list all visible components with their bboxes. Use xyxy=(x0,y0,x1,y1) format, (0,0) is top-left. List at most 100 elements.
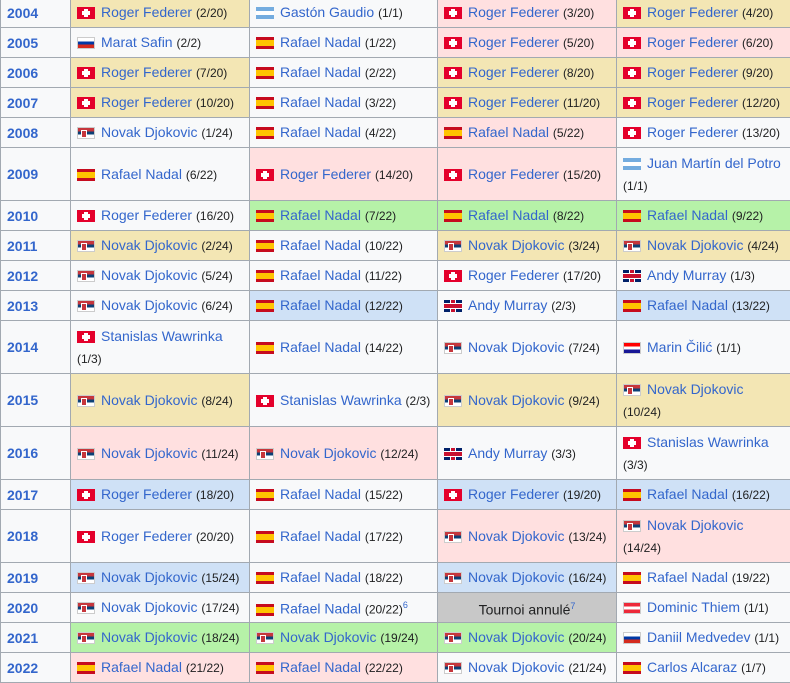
year-link[interactable]: 2014 xyxy=(7,339,38,355)
player-link[interactable]: Roger Federer xyxy=(647,4,738,20)
player-link[interactable]: Rafael Nadal xyxy=(280,124,361,140)
player-link[interactable]: Novak Djokovic xyxy=(468,569,564,585)
player-link[interactable]: Rafael Nadal xyxy=(280,207,361,223)
spain-flag-icon xyxy=(256,662,274,674)
player-link[interactable]: Rafael Nadal xyxy=(280,34,361,50)
player-link[interactable]: Rafael Nadal xyxy=(101,659,182,675)
player-link[interactable]: Novak Djokovic xyxy=(101,569,197,585)
year-link[interactable]: 2013 xyxy=(7,298,38,314)
player-link[interactable]: Daniil Medvedev xyxy=(647,629,751,645)
year-link[interactable]: 2022 xyxy=(7,660,38,676)
player-link[interactable]: Novak Djokovic xyxy=(101,445,197,461)
player-link[interactable]: Rafael Nadal xyxy=(468,207,549,223)
player-link[interactable]: Novak Djokovic xyxy=(101,392,197,408)
player-link[interactable]: Stanislas Wawrinka xyxy=(101,328,223,344)
player-link[interactable]: Rafael Nadal xyxy=(647,486,728,502)
player-link[interactable]: Roger Federer xyxy=(468,94,559,110)
year-link[interactable]: 2005 xyxy=(7,35,38,51)
player-link[interactable]: Rafael Nadal xyxy=(280,569,361,585)
player-link[interactable]: Stanislas Wawrinka xyxy=(280,392,402,408)
player-link[interactable]: Rafael Nadal xyxy=(101,166,182,182)
player-link[interactable]: Rafael Nadal xyxy=(280,64,361,80)
player-link[interactable]: Novak Djokovic xyxy=(468,339,564,355)
player-link[interactable]: Novak Djokovic xyxy=(101,297,197,313)
spain-flag-icon xyxy=(623,572,641,584)
year-link[interactable]: 2006 xyxy=(7,65,38,81)
player-link[interactable]: Rafael Nadal xyxy=(280,659,361,675)
player-link[interactable]: Rafael Nadal xyxy=(280,297,361,313)
player-link[interactable]: Novak Djokovic xyxy=(468,659,564,675)
footnote-ref[interactable]: 7 xyxy=(570,601,575,611)
player-link[interactable]: Novak Djokovic xyxy=(101,629,197,645)
year-link[interactable]: 2010 xyxy=(7,208,38,224)
year-link[interactable]: 2009 xyxy=(7,166,38,182)
year-link[interactable]: 2007 xyxy=(7,95,38,111)
player-link[interactable]: Novak Djokovic xyxy=(101,237,197,253)
player-link[interactable]: Roger Federer xyxy=(101,486,192,502)
player-link[interactable]: Roger Federer xyxy=(468,34,559,50)
player-link[interactable]: Rafael Nadal xyxy=(280,237,361,253)
player-link[interactable]: Roger Federer xyxy=(647,124,738,140)
player-link[interactable]: Marat Safin xyxy=(101,34,173,50)
player-link[interactable]: Roger Federer xyxy=(101,94,192,110)
year-link[interactable]: 2011 xyxy=(7,238,37,254)
player-link[interactable]: Novak Djokovic xyxy=(647,517,743,533)
player-link[interactable]: Andy Murray xyxy=(468,445,547,461)
year-link[interactable]: 2004 xyxy=(7,5,38,21)
player-link[interactable]: Roger Federer xyxy=(101,64,192,80)
winner-cell: Rafael Nadal (8/22) xyxy=(438,201,617,231)
player-link[interactable]: Rafael Nadal xyxy=(280,339,361,355)
player-link[interactable]: Novak Djokovic xyxy=(468,392,564,408)
player-link[interactable]: Rafael Nadal xyxy=(280,94,361,110)
year-link[interactable]: 2021 xyxy=(7,630,38,646)
player-link[interactable]: Roger Federer xyxy=(101,4,192,20)
player-link[interactable]: Roger Federer xyxy=(468,4,559,20)
player-link[interactable]: Juan Martín del Potro xyxy=(647,155,781,171)
year-link[interactable]: 2008 xyxy=(7,125,38,141)
player-link[interactable]: Rafael Nadal xyxy=(647,207,728,223)
player-link[interactable]: Rafael Nadal xyxy=(280,267,361,283)
player-link[interactable]: Novak Djokovic xyxy=(101,599,197,615)
player-link[interactable]: Stanislas Wawrinka xyxy=(647,434,769,450)
player-link[interactable]: Roger Federer xyxy=(647,34,738,50)
player-link[interactable]: Roger Federer xyxy=(468,64,559,80)
year-link[interactable]: 2018 xyxy=(7,528,38,544)
player-link[interactable]: Rafael Nadal xyxy=(280,486,361,502)
player-link[interactable]: Rafael Nadal xyxy=(468,124,549,140)
player-link[interactable]: Roger Federer xyxy=(468,267,559,283)
player-link[interactable]: Roger Federer xyxy=(101,528,192,544)
player-link[interactable]: Novak Djokovic xyxy=(647,381,743,397)
player-link[interactable]: Rafael Nadal xyxy=(647,569,728,585)
player-link[interactable]: Rafael Nadal xyxy=(647,297,728,313)
player-link[interactable]: Novak Djokovic xyxy=(647,237,743,253)
player-link[interactable]: Rafael Nadal xyxy=(280,528,361,544)
year-link[interactable]: 2015 xyxy=(7,392,38,408)
player-link[interactable]: Dominic Thiem xyxy=(647,599,740,615)
player-link[interactable]: Roger Federer xyxy=(647,94,738,110)
player-link[interactable]: Andy Murray xyxy=(647,267,726,283)
player-link[interactable]: Gastón Gaudio xyxy=(280,4,374,20)
player-link[interactable]: Novak Djokovic xyxy=(468,629,564,645)
player-link[interactable]: Novak Djokovic xyxy=(280,445,376,461)
player-link[interactable]: Novak Djokovic xyxy=(280,629,376,645)
austria-flag-icon xyxy=(623,602,641,614)
player-link[interactable]: Rafael Nadal xyxy=(280,601,361,617)
year-link[interactable]: 2020 xyxy=(7,600,38,616)
player-link[interactable]: Marin Čilić xyxy=(647,339,712,355)
player-link[interactable]: Novak Djokovic xyxy=(101,124,197,140)
year-link[interactable]: 2017 xyxy=(7,487,38,503)
footnote-ref[interactable]: 6 xyxy=(403,600,408,610)
player-link[interactable]: Andy Murray xyxy=(468,297,547,313)
player-link[interactable]: Roger Federer xyxy=(101,207,192,223)
player-link[interactable]: Roger Federer xyxy=(647,64,738,80)
player-link[interactable]: Roger Federer xyxy=(468,486,559,502)
player-link[interactable]: Roger Federer xyxy=(468,166,559,182)
player-link[interactable]: Carlos Alcaraz xyxy=(647,659,737,675)
year-link[interactable]: 2012 xyxy=(7,268,38,284)
player-link[interactable]: Novak Djokovic xyxy=(468,528,564,544)
year-link[interactable]: 2016 xyxy=(7,445,38,461)
player-link[interactable]: Novak Djokovic xyxy=(101,267,197,283)
player-link[interactable]: Novak Djokovic xyxy=(468,237,564,253)
year-link[interactable]: 2019 xyxy=(7,570,38,586)
player-link[interactable]: Roger Federer xyxy=(280,166,371,182)
